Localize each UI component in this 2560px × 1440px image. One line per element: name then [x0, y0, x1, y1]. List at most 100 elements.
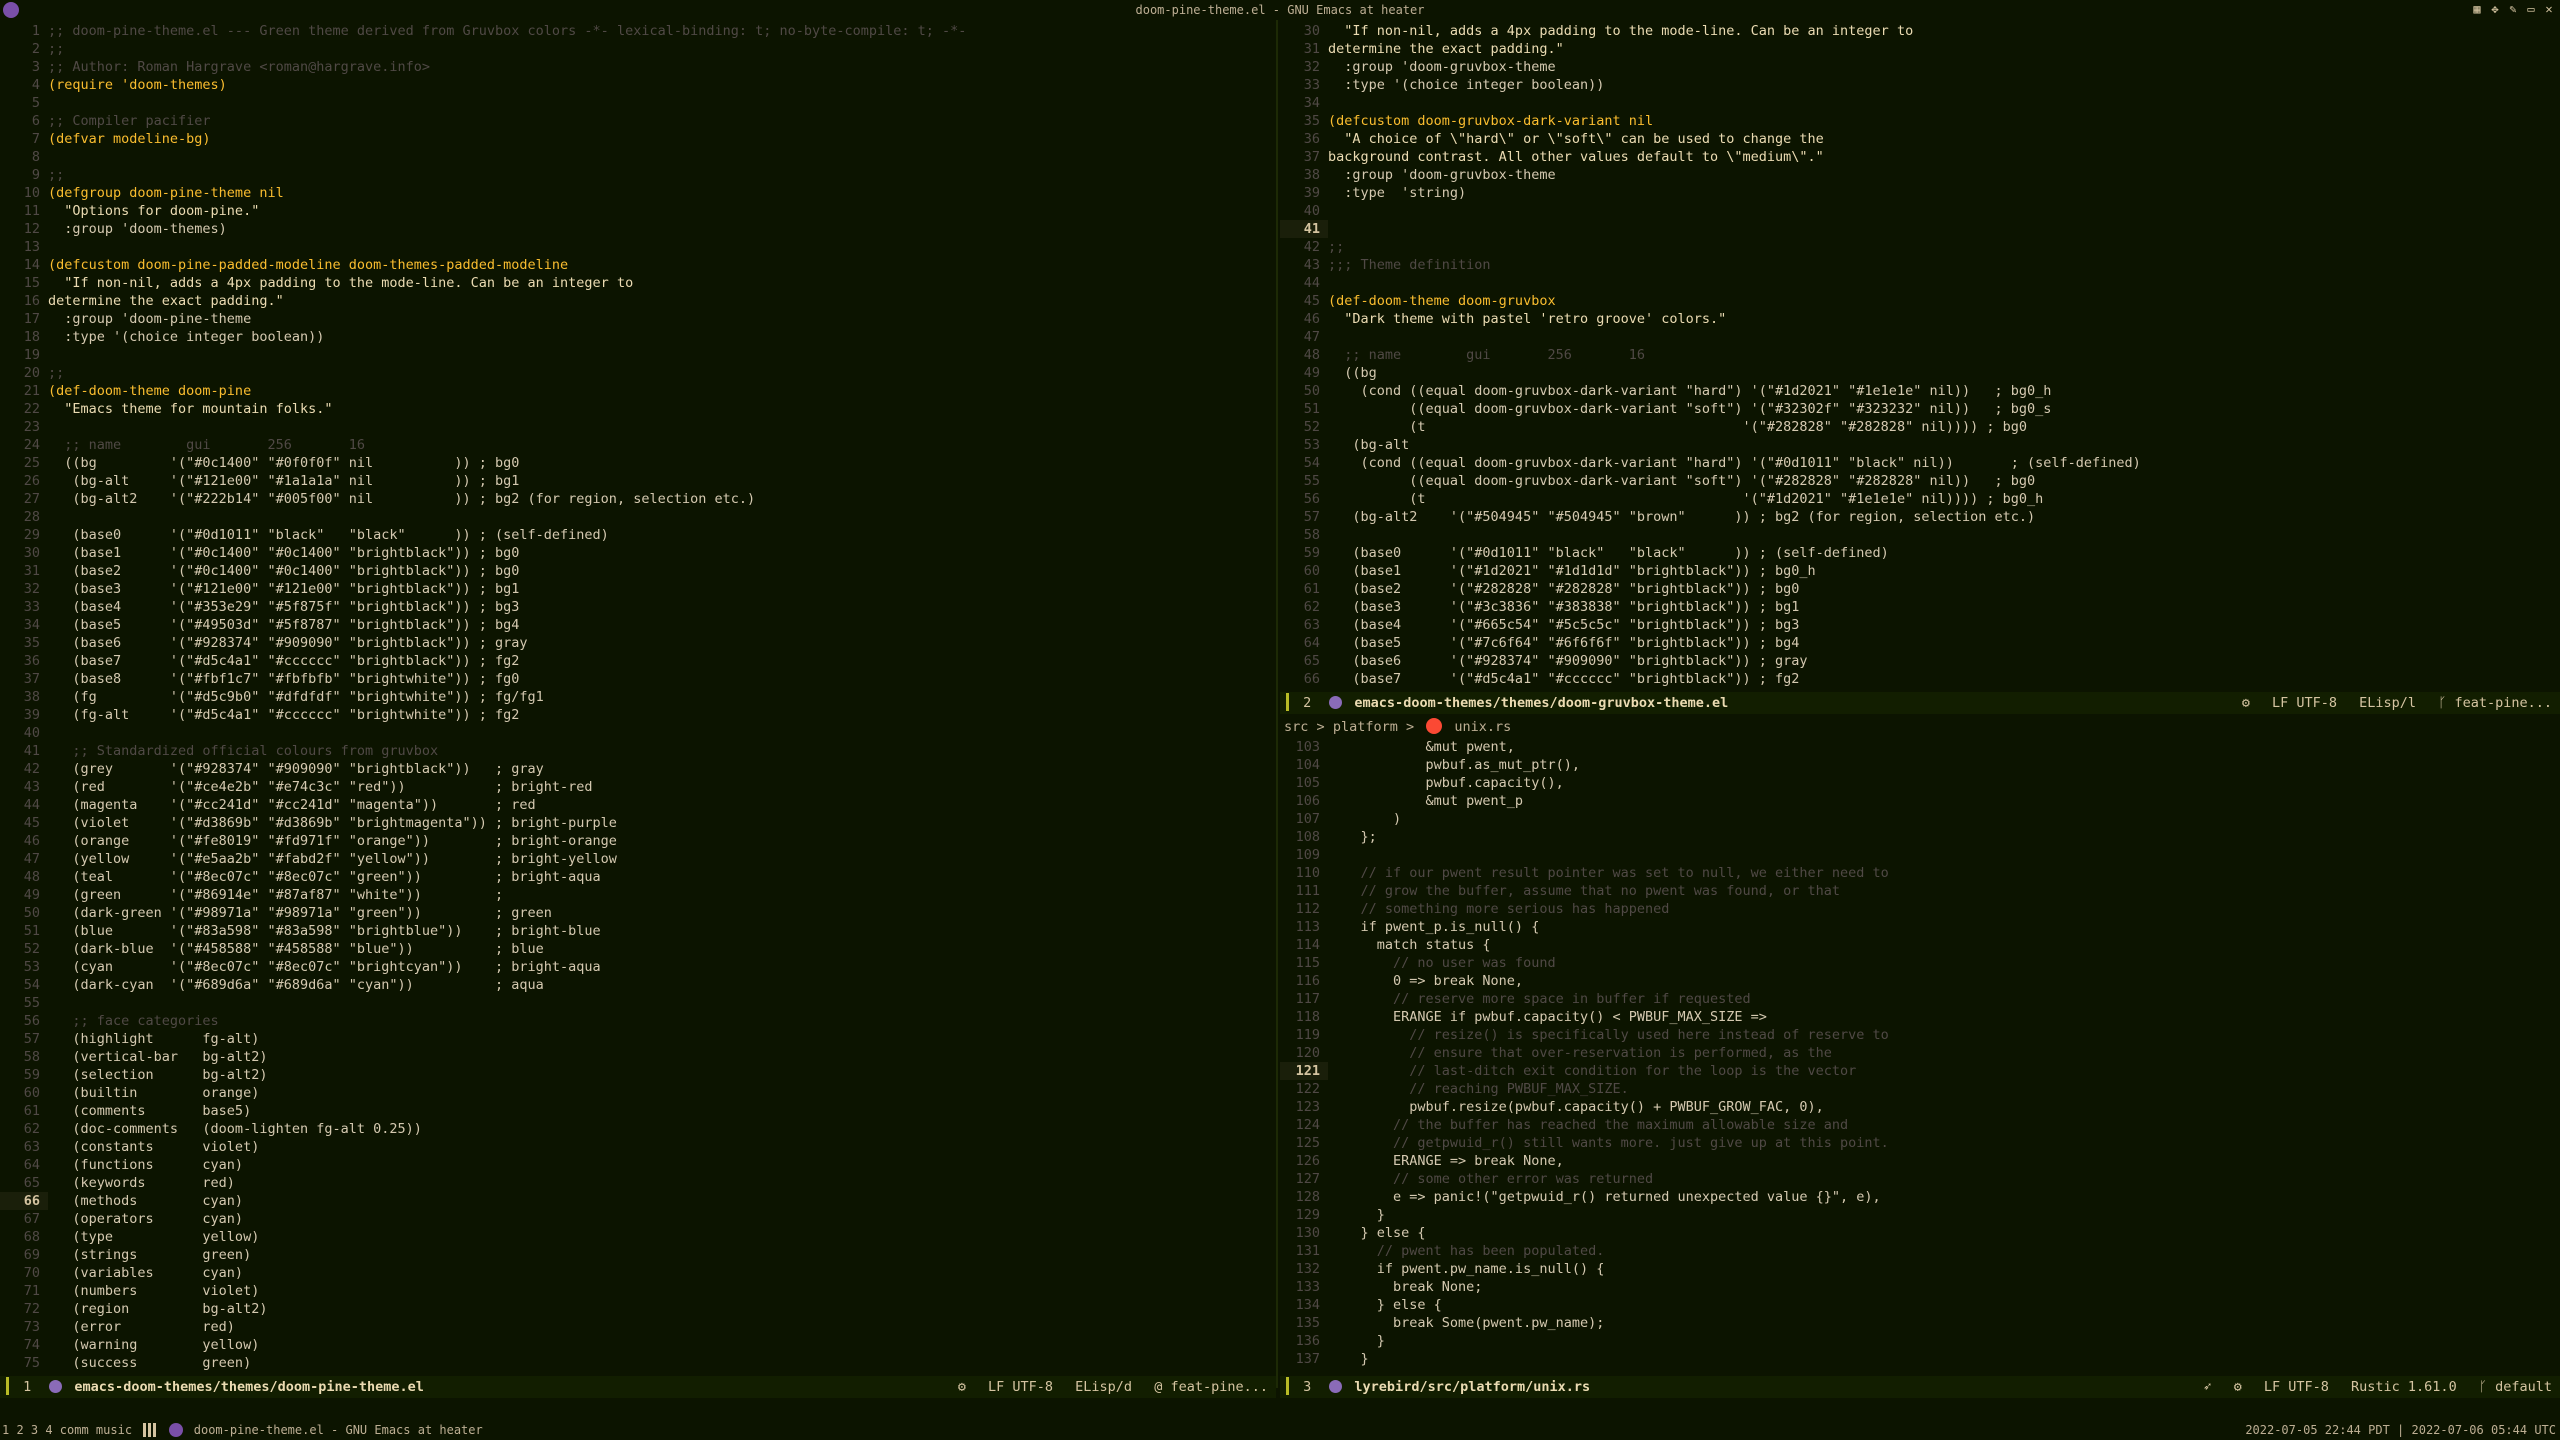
code-line[interactable]: 46 "Dark theme with pastel 'retro groove… — [1280, 310, 2560, 328]
code-line[interactable]: 111 // grow the buffer, assume that no p… — [1280, 882, 2560, 900]
code-line[interactable]: 67 (operators cyan) — [0, 1210, 1276, 1228]
code-line[interactable]: 62 (doc-comments (doom-lighten fg-alt 0.… — [0, 1120, 1276, 1138]
move-icon[interactable]: ✥ — [2488, 2, 2502, 16]
breadcrumb-platform[interactable]: platform — [1333, 719, 1398, 735]
code-line[interactable]: 13 — [0, 238, 1276, 256]
code-line[interactable]: 134 } else { — [1280, 1296, 2560, 1314]
code-line[interactable]: 3 ;; Author: Roman Hargrave <roman@hargra… — [0, 58, 1276, 76]
code-line[interactable]: 35 (defcustom doom-gruvbox-dark-variant n… — [1280, 112, 2560, 130]
code-line[interactable]: 34 — [1280, 94, 2560, 112]
code-line[interactable]: 52 (t '("#282828" "#282828" nil)))) ; bg… — [1280, 418, 2560, 436]
gear-icon[interactable]: ⚙ — [958, 1379, 966, 1395]
code-line[interactable]: 32 :group 'doom-gruvbox-theme — [1280, 58, 2560, 76]
code-line[interactable]: 54 (dark-cyan '("#689d6a" "#689d6a" "cya… — [0, 976, 1276, 994]
code-line[interactable]: 129 } — [1280, 1206, 2560, 1224]
code-line[interactable]: 120 // ensure that over-reservation is p… — [1280, 1044, 2560, 1062]
code-line[interactable]: 24 ;; name gui 256 16 — [0, 436, 1276, 454]
code-line[interactable]: 116 0 => break None, — [1280, 972, 2560, 990]
code-line[interactable]: 51 (blue '("#83a598" "#83a598" "brightbl… — [0, 922, 1276, 940]
code-line[interactable]: 45 (def-doom-theme doom-gruvbox — [1280, 292, 2560, 310]
code-line[interactable]: 26 (bg-alt '("#121e00" "#1a1a1a" nil )) … — [0, 472, 1276, 490]
breadcrumb-src[interactable]: src — [1284, 719, 1308, 735]
code-line[interactable]: 58 — [1280, 526, 2560, 544]
code-line[interactable]: 54 (cond ((equal doom-gruvbox-dark-varia… — [1280, 454, 2560, 472]
code-line[interactable]: 60 (base1 '("#1d2021" "#1d1d1d" "brightb… — [1280, 562, 2560, 580]
code-line[interactable]: 21 (def-doom-theme doom-pine — [0, 382, 1276, 400]
code-line[interactable]: 108 }; — [1280, 828, 2560, 846]
code-line[interactable]: 53 (bg-alt — [1280, 436, 2560, 454]
code-line[interactable]: 30 "If non-nil, adds a 4px padding to th… — [1280, 22, 2560, 40]
code-line[interactable]: 73 (error red) — [0, 1318, 1276, 1336]
code-line[interactable]: 7 (defvar modeline-bg) — [0, 130, 1276, 148]
code-line[interactable]: 42;; — [1280, 238, 2560, 256]
code-line[interactable]: 105 pwbuf.capacity(), — [1280, 774, 2560, 792]
code-line[interactable]: 59 (selection bg-alt2) — [0, 1066, 1276, 1084]
code-line[interactable]: 52 (dark-blue '("#458588" "#458588" "blu… — [0, 940, 1276, 958]
vcs-branch-label[interactable]: feat-pine... — [2454, 695, 2552, 711]
code-line[interactable]: 30 (base1 '("#0c1400" "#0c1400" "brightb… — [0, 544, 1276, 562]
code-line[interactable]: 60 (builtin orange) — [0, 1084, 1276, 1102]
code-line[interactable]: 41 — [1280, 220, 2560, 238]
code-line[interactable]: 39 (fg-alt '("#d5c4a1" "#cccccc" "bright… — [0, 706, 1276, 724]
code-line[interactable]: 57 (bg-alt2 '("#504945" "#504945" "brown… — [1280, 508, 2560, 526]
code-line[interactable]: 16 determine the exact padding." — [0, 292, 1276, 310]
code-line[interactable]: 128 e => panic!("getpwuid_r() returned u… — [1280, 1188, 2560, 1206]
code-line[interactable]: 43 ;;; Theme definition — [1280, 256, 2560, 274]
code-line[interactable]: 124 // the buffer has reached the maximu… — [1280, 1116, 2560, 1134]
code-line[interactable]: 40 — [0, 724, 1276, 742]
editor-pane-right-top[interactable]: 30 "If non-nil, adds a 4px padding to th… — [1280, 22, 2560, 688]
code-line[interactable]: 47 — [1280, 328, 2560, 346]
encoding-label[interactable]: LF UTF-8 — [988, 1379, 1053, 1395]
code-line[interactable]: 74 (warning yellow) — [0, 1336, 1276, 1354]
code-line[interactable]: 135 break Some(pwent.pw_name); — [1280, 1314, 2560, 1332]
code-line[interactable]: 33 (base4 '("#353e29" "#5f875f" "brightb… — [0, 598, 1276, 616]
code-line[interactable]: 63 (constants violet) — [0, 1138, 1276, 1156]
tile-icon[interactable]: ▦ — [2470, 2, 2484, 16]
code-line[interactable]: 50 (cond ((equal doom-gruvbox-dark-varia… — [1280, 382, 2560, 400]
code-line[interactable]: 9;; — [0, 166, 1276, 184]
code-line[interactable]: 29 (base0 '("#0d1011" "black" "black" ))… — [0, 526, 1276, 544]
code-line[interactable]: 14 (defcustom doom-pine-padded-modeline d… — [0, 256, 1276, 274]
code-line[interactable]: 39 :type 'string) — [1280, 184, 2560, 202]
code-line[interactable]: 33 :type '(choice integer boolean)) — [1280, 76, 2560, 94]
code-line[interactable]: 48 (teal '("#8ec07c" "#8ec07c" "green"))… — [0, 868, 1276, 886]
code-line[interactable]: 59 (base0 '("#0d1011" "black" "black" ))… — [1280, 544, 2560, 562]
code-line[interactable]: 17 :group 'doom-pine-theme — [0, 310, 1276, 328]
buffer-file-name[interactable]: emacs-doom-themes/themes/doom-pine-theme… — [74, 1379, 424, 1395]
code-line[interactable]: 58 (vertical-bar bg-alt2) — [0, 1048, 1276, 1066]
code-line[interactable]: 44 (magenta '("#cc241d" "#cc241d" "magen… — [0, 796, 1276, 814]
code-line[interactable]: 118 ERANGE if pwbuf.capacity() < PWBUF_M… — [1280, 1008, 2560, 1026]
code-line[interactable]: 130 } else { — [1280, 1224, 2560, 1242]
pin-icon[interactable]: ✎ — [2506, 2, 2520, 16]
code-line[interactable]: 55 — [0, 994, 1276, 1012]
code-line[interactable]: 115 // no user was found — [1280, 954, 2560, 972]
editor-pane-right-bottom[interactable]: 103 &mut pwent, 104 pwbuf.as_mut_ptr(), 10… — [1280, 738, 2560, 1386]
code-line[interactable]: 44 — [1280, 274, 2560, 292]
code-line[interactable]: 65 (keywords red) — [0, 1174, 1276, 1192]
code-line[interactable]: 38 (fg '("#d5c9b0" "#dfdfdf" "brightwhit… — [0, 688, 1276, 706]
code-line[interactable]: 47 (yellow '("#e5aa2b" "#fabd2f" "yellow… — [0, 850, 1276, 868]
code-line[interactable]: 25 ((bg '("#0c1400" "#0f0f0f" nil )) ; b… — [0, 454, 1276, 472]
code-line[interactable]: 36 "A choice of \"hard\" or \"soft\" can… — [1280, 130, 2560, 148]
vcs-branch-label[interactable]: default — [2495, 1379, 2552, 1395]
code-line[interactable]: 110 // if our pwent result pointer was s… — [1280, 864, 2560, 882]
code-line[interactable]: 45 (violet '("#d3869b" "#d3869b" "bright… — [0, 814, 1276, 832]
encoding-label[interactable]: LF UTF-8 — [2264, 1379, 2329, 1395]
code-line[interactable]: 28 — [0, 508, 1276, 526]
code-line[interactable]: 70 (variables cyan) — [0, 1264, 1276, 1282]
buffer-file-name[interactable]: lyrebird/src/platform/unix.rs — [1354, 1379, 1590, 1395]
code-line[interactable]: 23 — [0, 418, 1276, 436]
major-mode-label[interactable]: ELisp/l — [2359, 695, 2416, 711]
code-line[interactable]: 132 if pwent.pw_name.is_null() { — [1280, 1260, 2560, 1278]
code-line[interactable]: 112 // something more serious has happen… — [1280, 900, 2560, 918]
code-line[interactable]: 37 background contrast. All other values … — [1280, 148, 2560, 166]
code-line[interactable]: 32 (base3 '("#121e00" "#121e00" "brightb… — [0, 580, 1276, 598]
vertical-divider[interactable] — [1276, 20, 1278, 1388]
code-line[interactable]: 2;; — [0, 40, 1276, 58]
code-line[interactable]: 66 (methods cyan) — [0, 1192, 1276, 1210]
code-line[interactable]: 40 — [1280, 202, 2560, 220]
code-line[interactable]: 69 (strings green) — [0, 1246, 1276, 1264]
code-line[interactable]: 5 — [0, 94, 1276, 112]
maximize-icon[interactable]: ▭ — [2524, 2, 2538, 16]
code-line[interactable]: 121 // last-ditch exit condition for the… — [1280, 1062, 2560, 1080]
